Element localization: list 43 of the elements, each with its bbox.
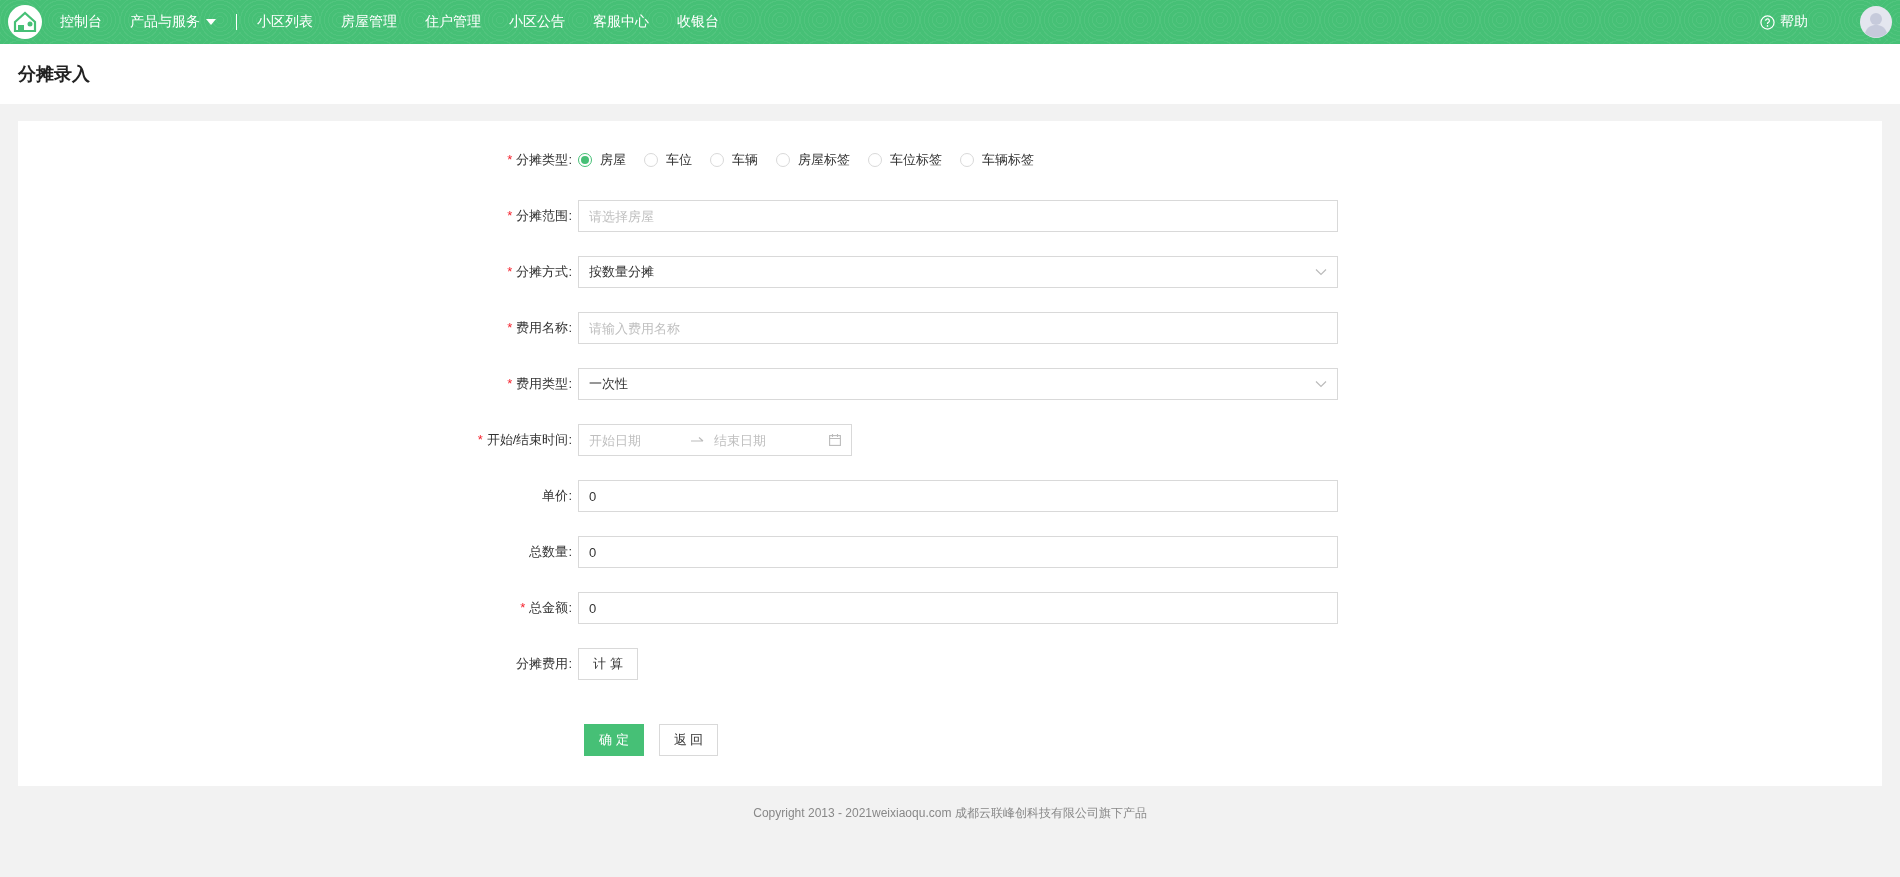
required-mark: *: [520, 600, 526, 615]
back-button[interactable]: 返 回: [658, 724, 719, 756]
required-mark: *: [477, 432, 483, 447]
date-range-field[interactable]: 开始日期 结束日期: [578, 424, 852, 456]
radio-option[interactable]: 车位: [644, 151, 692, 169]
field-label: 分摊费用:: [516, 656, 572, 671]
field-label: 总金额:: [529, 600, 572, 615]
calendar-icon: [829, 434, 841, 446]
field-label: 单价:: [542, 488, 572, 503]
logo-icon[interactable]: [8, 5, 42, 39]
required-mark: *: [507, 264, 513, 279]
caret-icon: [206, 19, 216, 25]
radio-option[interactable]: 车辆: [710, 151, 758, 169]
required-mark: *: [507, 320, 513, 335]
copyright-text: Copyright 2013 - 2021weixiaoqu.com 成都云联峰创科技有限公司旗下产品: [753, 805, 1147, 822]
avatar-icon[interactable]: [1860, 6, 1892, 38]
required-mark: *: [507, 376, 513, 391]
page-title: 分摊录入: [18, 63, 90, 86]
radio-option[interactable]: 房屋标签: [776, 151, 850, 169]
input-field[interactable]: 0: [578, 536, 1338, 568]
required-mark: *: [507, 208, 513, 223]
field-label: 分摊范围:: [516, 208, 572, 223]
input-field[interactable]: 请输入费用名称: [578, 312, 1338, 344]
radio-option[interactable]: 车位标签: [868, 151, 942, 169]
radio-option[interactable]: 车辆标签: [960, 151, 1034, 169]
field-label: 总数量:: [529, 544, 572, 559]
required-mark: *: [507, 152, 513, 167]
input-field[interactable]: 0: [578, 480, 1338, 512]
field-label: 分摊方式:: [516, 264, 572, 279]
chevron-down-icon: [1315, 268, 1327, 276]
help-icon[interactable]: [1760, 14, 1775, 30]
select-field[interactable]: 按数量分摊: [578, 256, 1338, 288]
calculate-button[interactable]: 计 算: [578, 648, 638, 680]
input-field[interactable]: 请选择房屋: [578, 200, 1338, 232]
arrow-right-icon: [691, 436, 704, 444]
chevron-down-icon: [1315, 380, 1327, 388]
input-field[interactable]: 0: [578, 592, 1338, 624]
field-label: 开始/结束时间:: [486, 432, 572, 447]
radio-option[interactable]: 房屋: [578, 151, 626, 169]
field-label: 费用类型:: [516, 376, 572, 391]
select-field[interactable]: 一次性: [578, 368, 1338, 400]
field-label: 分摊类型:: [516, 152, 572, 167]
field-label: 费用名称:: [516, 320, 572, 335]
